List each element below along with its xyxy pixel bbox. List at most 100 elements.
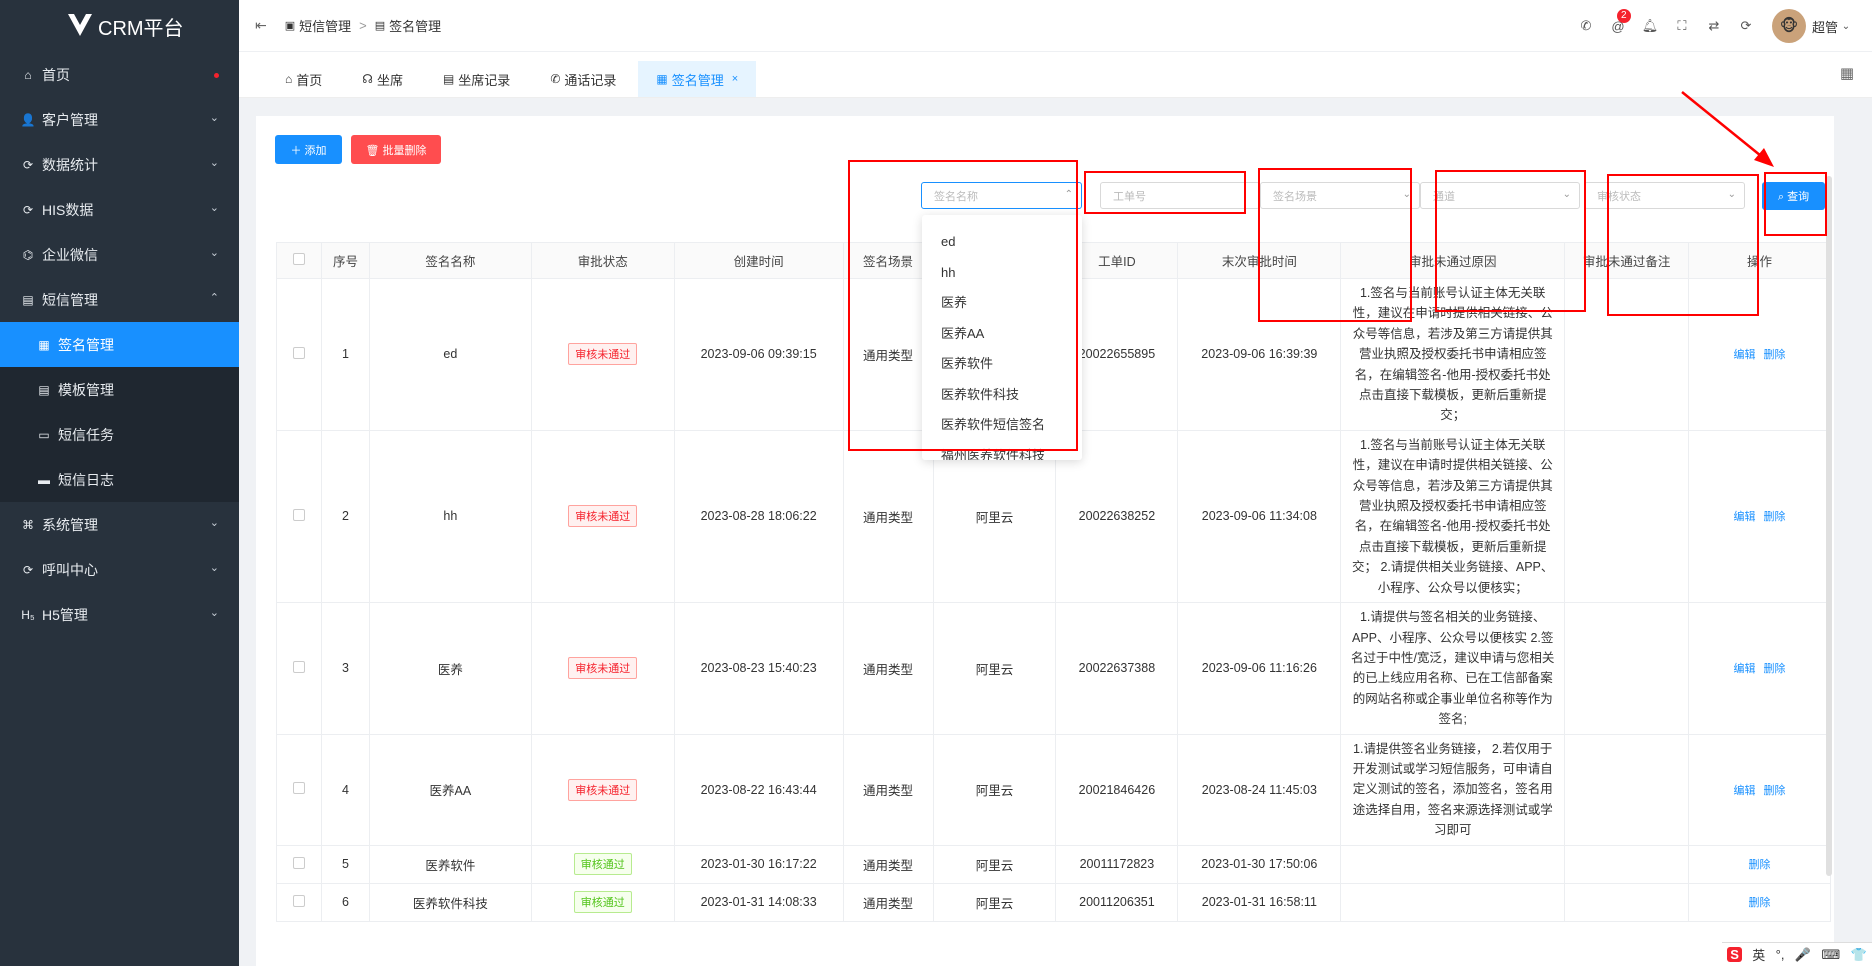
column-header: 末次审批时间 bbox=[1177, 242, 1342, 279]
edit-link[interactable]: 编辑 bbox=[1734, 785, 1756, 797]
status-cell: 审核通过 bbox=[530, 882, 675, 922]
close-icon[interactable]: × bbox=[732, 73, 738, 85]
audit-status-select[interactable]: 审核状态 ⌄ bbox=[1584, 182, 1745, 209]
breadcrumb-item[interactable]: 短信管理 bbox=[299, 16, 351, 35]
sidebar-item-7[interactable]: ▤ 模板管理 bbox=[0, 367, 239, 412]
dropdown-option[interactable]: 医养AA bbox=[922, 319, 1082, 350]
row-select-cell bbox=[276, 882, 322, 922]
row-checkbox[interactable] bbox=[292, 508, 305, 521]
user-name[interactable]: 超管 bbox=[1812, 17, 1838, 36]
notification-dot bbox=[214, 73, 219, 78]
tab-2[interactable]: ▤ 坐席记录 bbox=[425, 61, 528, 97]
delete-link[interactable]: 删除 bbox=[1764, 511, 1786, 523]
sign-name-dropdown: ed hh 医养 医养AA 医养软件 医养软件科技 医养软件短信签名 福州医养软件科技 bbox=[922, 215, 1082, 460]
sidebar-item-label: 企业微信 bbox=[42, 246, 98, 263]
row-checkbox[interactable] bbox=[292, 346, 305, 359]
sidebar-item-0[interactable]: ⌂ 首页 bbox=[0, 52, 239, 97]
sidebar-item-8[interactable]: ▭ 短信任务 bbox=[0, 412, 239, 457]
ime-tool-icon[interactable]: 👕 bbox=[1851, 947, 1867, 963]
sidebar-item-10[interactable]: ⌘ 系统管理 ⌄ bbox=[0, 502, 239, 547]
edit-link[interactable]: 编辑 bbox=[1734, 349, 1756, 361]
tab-0[interactable]: ⌂ 首页 bbox=[267, 61, 340, 97]
delete-link[interactable]: 删除 bbox=[1764, 785, 1786, 797]
chevron-down-icon: ⌄ bbox=[1562, 189, 1571, 200]
chevron-down-icon: ⌄ bbox=[1402, 189, 1411, 200]
dropdown-option[interactable]: 福州医养软件科技 bbox=[922, 441, 1082, 461]
fullscreen-icon[interactable]: ⛶ bbox=[1666, 18, 1698, 34]
row-checkbox[interactable] bbox=[292, 782, 305, 795]
sidebar-item-11[interactable]: ⟳ 呼叫中心 ⌄ bbox=[0, 547, 239, 592]
dropdown-option[interactable]: 医养 bbox=[922, 288, 1082, 319]
ime-tool-icon[interactable]: 🎤 bbox=[1795, 947, 1811, 963]
bell-icon[interactable]: 🔔︎ bbox=[1634, 18, 1666, 34]
tab-1[interactable]: ☊ 坐席 bbox=[344, 61, 421, 97]
table-row: 3 医养 审核未通过 2023-08-23 15:40:23 通用类型 阿里云 200226… bbox=[276, 602, 1831, 735]
sign-name: 医养软件科技 bbox=[368, 882, 532, 922]
ime-toolbar[interactable]: S 英 °, 🎤 ⌨ 👕 bbox=[1722, 942, 1872, 966]
delete-link[interactable]: 删除 bbox=[1764, 349, 1786, 361]
sign-name-select[interactable]: 签名名称 ⌃ bbox=[921, 182, 1082, 209]
sidebar-item-4[interactable]: ⌬ 企业微信 ⌄ bbox=[0, 232, 239, 277]
refresh-icon[interactable]: ⟳ bbox=[1730, 18, 1762, 34]
grid-icon[interactable]: ▦ bbox=[1840, 64, 1854, 82]
ticket-no-input[interactable]: 工单号 bbox=[1100, 182, 1260, 209]
sidebar-item-9[interactable]: ▬ 短信日志 bbox=[0, 457, 239, 502]
avatar[interactable]: 🐵 bbox=[1771, 9, 1806, 43]
dropdown-option[interactable]: 医养软件短信签名 bbox=[922, 410, 1082, 441]
notification-at-icon[interactable]: @2 bbox=[1602, 8, 1634, 34]
sidebar-menu: ⌂ 首页 👤 客户管理 ⌄ ⟳ 数据统计 ⌄ ⟳ HIS数据 ⌄ ⌬ 企业微信 ⌄ ▤ 短信管理 ⌃ ▦ 签名管理 ▤… bbox=[0, 52, 239, 637]
dropdown-option[interactable]: ed bbox=[922, 227, 1082, 258]
tab-4[interactable]: ▦ 签名管理 × bbox=[638, 61, 757, 97]
edit-link[interactable]: 编辑 bbox=[1734, 511, 1756, 523]
reject-reason: 1.请提供签名业务链接， 2.若仅用于开发测试或学习短信服务，可申请自定义测试的… bbox=[1340, 733, 1566, 846]
sign-scene-select[interactable]: 签名场景 ⌄ bbox=[1260, 182, 1420, 209]
select-all-header bbox=[276, 242, 322, 279]
select-all-checkbox[interactable] bbox=[292, 253, 305, 265]
status-cell: 审核未通过 bbox=[530, 602, 675, 735]
actions-cell: 编辑 删除 bbox=[1688, 733, 1831, 846]
status-cell: 审核未通过 bbox=[530, 429, 675, 604]
row-checkbox[interactable] bbox=[292, 894, 305, 907]
row-index: 3 bbox=[320, 602, 370, 735]
sidebar-item-6[interactable]: ▦ 签名管理 bbox=[0, 322, 239, 367]
chevron-down-icon: ⌄ bbox=[1727, 189, 1736, 200]
query-button[interactable]: ⌕ 查询 bbox=[1762, 182, 1825, 210]
delete-link[interactable]: 删除 bbox=[1749, 859, 1771, 871]
sidebar: CRM平台 ⌂ 首页 👤 客户管理 ⌄ ⟳ 数据统计 ⌄ ⟳ HIS数据 ⌄ ⌬ 企业微信 ⌄ ▤ 短信管理 ⌃… bbox=[0, 0, 239, 966]
sidebar-item-2[interactable]: ⟳ 数据统计 ⌄ bbox=[0, 142, 239, 187]
menu-item-icon: ⌂ bbox=[24, 67, 32, 82]
chevron-icon: ⌄ bbox=[209, 247, 219, 259]
actions-cell: 编辑 删除 bbox=[1688, 429, 1831, 604]
ime-language[interactable]: 英 bbox=[1752, 945, 1765, 964]
edit-link[interactable]: 编辑 bbox=[1734, 663, 1756, 675]
scrollbar[interactable] bbox=[1826, 176, 1832, 876]
sidebar-item-12[interactable]: H₅ H5管理 ⌄ bbox=[0, 592, 239, 637]
sidebar-item-5[interactable]: ▤ 短信管理 ⌃ bbox=[0, 277, 239, 322]
menu-item-icon: 👤 bbox=[20, 112, 36, 127]
row-select-cell bbox=[276, 733, 322, 846]
sidebar-item-1[interactable]: 👤 客户管理 ⌄ bbox=[0, 97, 239, 142]
dropdown-option[interactable]: hh bbox=[922, 258, 1082, 289]
ticket-id: 20011172823 bbox=[1055, 844, 1179, 884]
dropdown-option[interactable]: 医养软件 bbox=[922, 349, 1082, 380]
ime-tool-icon[interactable]: °, bbox=[1776, 947, 1785, 962]
phone-icon[interactable]: ✆ bbox=[1570, 18, 1602, 34]
add-button[interactable]: ＋ 添加 bbox=[275, 135, 342, 164]
sidebar-item-label: 系统管理 bbox=[42, 516, 98, 533]
row-checkbox[interactable] bbox=[292, 660, 305, 673]
channel: 阿里云 bbox=[932, 882, 1057, 922]
delete-link[interactable]: 删除 bbox=[1749, 897, 1771, 909]
translate-icon[interactable]: ⇄ bbox=[1698, 18, 1730, 34]
sidebar-item-3[interactable]: ⟳ HIS数据 ⌄ bbox=[0, 187, 239, 232]
dropdown-option[interactable]: 医养软件科技 bbox=[922, 380, 1082, 411]
delete-link[interactable]: 删除 bbox=[1764, 663, 1786, 675]
breadcrumb-item: 签名管理 bbox=[389, 19, 442, 34]
tab-3[interactable]: ✆ 通话记录 bbox=[532, 61, 634, 97]
channel-select[interactable]: 通道 ⌄ bbox=[1420, 182, 1580, 209]
ime-tool-icon[interactable]: ⌨ bbox=[1821, 947, 1840, 963]
chevron-icon: ⌄ bbox=[209, 517, 219, 529]
chevron-down-icon[interactable]: ⌄ bbox=[1838, 21, 1854, 32]
collapse-menu-icon[interactable]: ⇤ bbox=[255, 17, 267, 34]
row-checkbox[interactable] bbox=[292, 856, 305, 869]
batch-delete-button[interactable]: 🗑 批量删除 bbox=[351, 135, 441, 164]
